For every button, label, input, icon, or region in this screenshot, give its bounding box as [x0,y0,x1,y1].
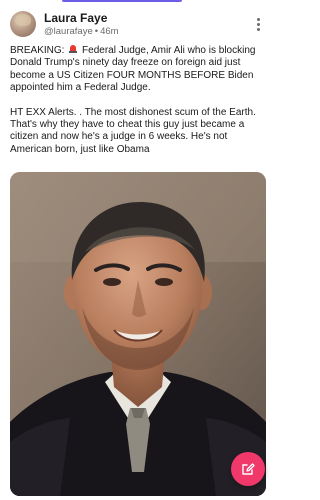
more-vertical-icon-dot [256,22,260,26]
compose-button[interactable] [231,452,265,486]
author-handle[interactable]: @laurafaye [44,26,93,37]
post-paragraph-1-lead: BREAKING: [10,45,68,56]
post-paragraph-2: HT EXX Alerts. . The most dishonest scum… [10,106,256,155]
portrait-photo [10,172,266,496]
post-timestamp: 46m [100,25,119,37]
edit-icon [242,463,255,475]
more-vertical-icon [256,17,260,21]
more-vertical-icon-dot [256,27,260,31]
post-paragraph-1: BREAKING: Federal Judge, Amir Ali who is… [10,45,268,95]
more-options-button[interactable] [248,13,268,35]
post-header: Laura Faye @laurafaye • 46m [10,9,268,39]
post-image[interactable] [10,172,266,496]
top-progress-indicator [62,0,182,2]
separator-dot: • [94,25,99,37]
user-meta: Laura Faye @laurafaye • 46m [44,11,119,38]
post-text: BREAKING: Federal Judge, Amir Ali who is… [10,45,268,168]
author-subline: @laurafaye • 46m [44,26,119,38]
rotating-light-icon [68,45,78,54]
author-display-name[interactable]: Laura Faye [44,11,119,25]
avatar[interactable] [10,11,36,37]
